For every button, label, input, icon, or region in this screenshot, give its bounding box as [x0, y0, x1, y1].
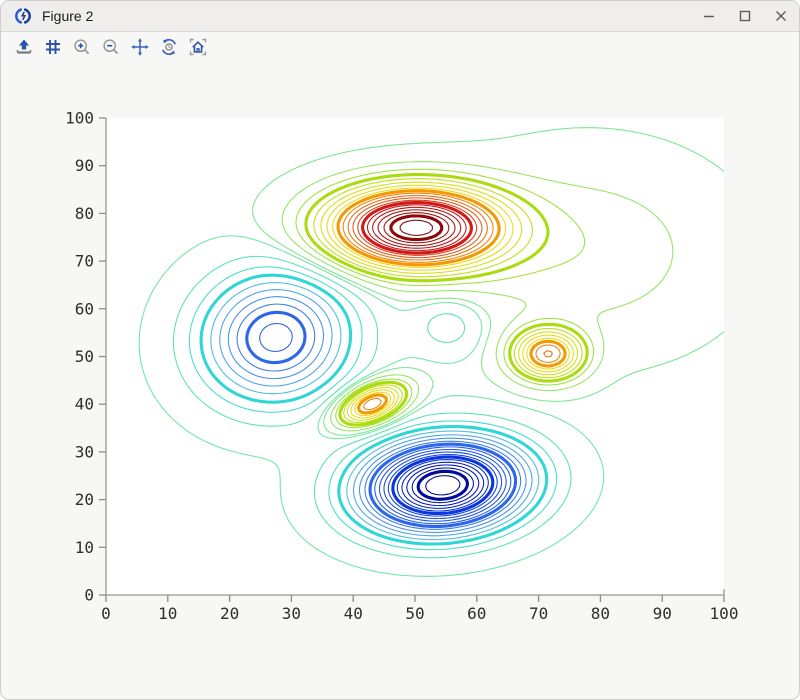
- rotate-icon: [159, 37, 179, 57]
- y-tick-label: 30: [75, 442, 94, 461]
- x-tick-label: 30: [282, 604, 301, 623]
- minimize-icon: [702, 9, 716, 23]
- x-tick-label: 60: [467, 604, 486, 623]
- x-tick-label: 80: [591, 604, 610, 623]
- zoom-in-button[interactable]: [67, 34, 96, 60]
- y-tick-label: 100: [65, 109, 94, 128]
- maximize-button[interactable]: [727, 1, 763, 31]
- y-tick-label: 20: [75, 490, 94, 509]
- home-icon: [188, 37, 208, 57]
- save-export-icon: [14, 37, 34, 57]
- plot-canvas[interactable]: 0 10 20 30 40 50 60 70 80 90 100 0 10 20 30 40 50 60 70 80 9…: [1, 61, 800, 700]
- x-tick-label: 90: [653, 604, 672, 623]
- zoom-out-button[interactable]: [96, 34, 125, 60]
- y-tick-label: 50: [75, 347, 94, 366]
- grid-button[interactable]: [38, 34, 67, 60]
- zoom-out-icon: [101, 37, 121, 57]
- y-tick-label: 70: [75, 252, 94, 271]
- window-title: Figure 2: [42, 8, 93, 24]
- pan-icon: [130, 37, 150, 57]
- x-tick-label: 0: [101, 604, 111, 623]
- y-tick-label: 0: [84, 586, 94, 605]
- y-tick-label: 40: [75, 395, 94, 414]
- figure-window: Figure 2: [0, 0, 800, 700]
- save-button[interactable]: [9, 34, 38, 60]
- app-logo-icon: [14, 7, 32, 25]
- x-tick-label: 40: [344, 604, 363, 623]
- y-tick-label: 60: [75, 299, 94, 318]
- x-tick-label: 50: [405, 604, 424, 623]
- title-bar[interactable]: Figure 2: [1, 1, 799, 32]
- x-tick-label: 100: [710, 604, 739, 623]
- plot-toolbar: [1, 32, 799, 62]
- grid-icon: [43, 37, 63, 57]
- y-tick-label: 10: [75, 538, 94, 557]
- close-icon: [774, 9, 788, 23]
- x-tick-label: 70: [529, 604, 548, 623]
- x-tick-label: 20: [220, 604, 239, 623]
- minimize-button[interactable]: [691, 1, 727, 31]
- y-tick-label: 80: [75, 204, 94, 223]
- home-button[interactable]: [183, 34, 212, 60]
- pan-button[interactable]: [125, 34, 154, 60]
- contour-plot[interactable]: 0 10 20 30 40 50 60 70 80 90 100 0 10 20 30 40 50 60 70 80 9…: [1, 61, 800, 700]
- maximize-icon: [738, 9, 752, 23]
- x-tick-label: 10: [158, 604, 177, 623]
- close-button[interactable]: [763, 1, 799, 31]
- y-tick-label: 90: [75, 156, 94, 175]
- zoom-in-icon: [72, 37, 92, 57]
- rotate-button[interactable]: [154, 34, 183, 60]
